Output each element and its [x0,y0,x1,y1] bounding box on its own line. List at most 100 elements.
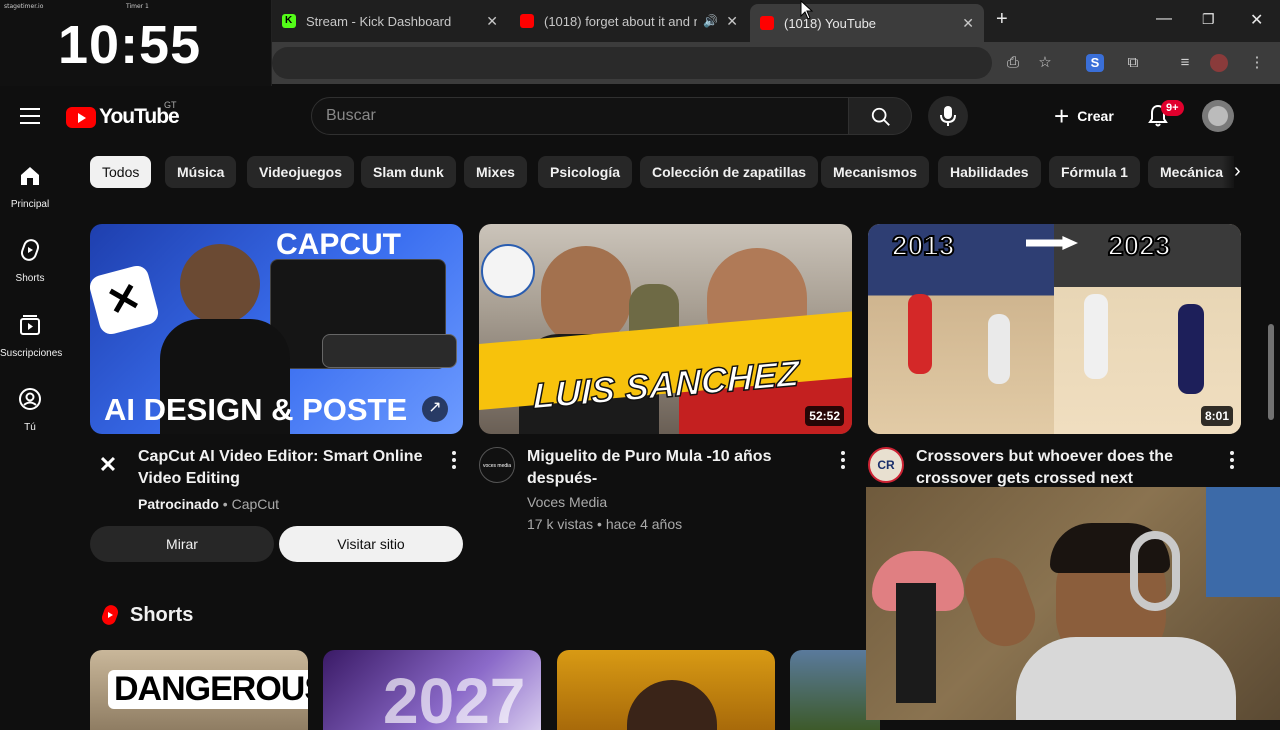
thumbnail-soccer-ball [481,244,535,298]
plus-icon: + [1054,101,1070,131]
webcam-overlay [866,487,1280,720]
sidebar-item-you[interactable]: Tú [0,387,60,433]
chip-formula-1[interactable]: Fórmula 1 [1049,156,1140,188]
shorts-heading: Shorts [130,604,194,626]
address-bar[interactable] [272,47,992,79]
chip-todos[interactable]: Todos [90,156,152,188]
video-duration: 8:01 [1200,406,1233,426]
home-icon [21,167,39,185]
restore-button[interactable]: ❐ [1202,11,1215,28]
video-title-line: Video Editing [138,470,240,487]
create-button[interactable]: + Crear [1044,96,1128,136]
video-title-line: CapCut AI Video Editor: Smart Online [138,448,423,465]
thumbnail-player-navy [1178,304,1204,394]
chevron-right-icon: › [1234,160,1241,182]
more-actions-icon[interactable] [841,451,845,472]
video-title[interactable]: Miguelito de Puro Mula -10 años después- [527,446,771,490]
sidebar-item-subscriptions[interactable]: Suscripciones [0,313,63,359]
chip-videojuegos[interactable]: Videojuegos [247,156,354,188]
short-card[interactable] [557,650,775,730]
chip-musica[interactable]: Música [165,156,237,188]
youtube-icon [520,14,534,28]
notifications-badge: 9+ [1161,100,1184,116]
thumbnail-year-left: 2013 [891,229,955,262]
sidebar-item-home[interactable]: Principal [0,164,60,210]
sidebar-item-shorts[interactable]: Shorts [0,238,60,284]
tab-kick-dashboard[interactable]: K Stream - Kick Dashboard ✕ [272,6,508,36]
microphone-icon [940,106,956,126]
short-card[interactable]: DANGEROUS [90,650,308,730]
video-title[interactable]: Crossovers but whoever does the crossove… [916,446,1173,490]
channel-name[interactable]: CapCut [232,496,279,512]
chip-zapatillas[interactable]: Colección de zapatillas [640,156,819,188]
video-thumbnail-miguelito[interactable]: LUIS SANCHEZ 52:52 [479,224,852,434]
new-tab-button[interactable]: + [996,8,1008,31]
account-avatar[interactable] [1202,100,1234,132]
webcam-person-hand [956,549,1044,655]
youtube-logo[interactable]: YouTube GT [66,100,180,129]
voice-search-button[interactable] [928,96,968,136]
video-title[interactable]: CapCut AI Video Editor: Smart Online Vid… [138,446,422,490]
kick-icon: K [282,14,296,28]
youtube-icon [760,16,774,30]
search-icon [871,107,890,126]
sidebar-item-label: Principal [10,199,50,210]
chip-mecanismos[interactable]: Mecanismos [821,156,930,188]
close-tab-icon[interactable]: ✕ [962,15,974,32]
s-extension-icon[interactable]: S [1086,54,1104,72]
menu-hamburger-icon[interactable] [20,108,40,129]
thumbnail-text-bottom: AI DESIGN & POSTE [104,392,408,427]
video-duration: 52:52 [805,406,844,426]
subscriptions-icon [20,315,40,335]
visit-site-button[interactable]: Visitar sitio [279,526,463,562]
short-thumbnail-text: DANGEROUS [108,670,308,709]
browser-menu-icon[interactable]: ⋮ [1248,54,1266,72]
channel-avatar[interactable]: CR [868,447,904,483]
chip-habilidades[interactable]: Habilidades [938,156,1041,188]
thumbnail-ui-card [322,334,457,368]
sidebar-item-label: Suscripciones [0,348,63,359]
chip-slam-dunk[interactable]: Slam dunk [361,156,456,188]
capcut-channel-icon[interactable]: ✕ [94,452,122,480]
chip-mixes[interactable]: Mixes [464,156,527,188]
media-controls-icon[interactable]: ≡ [1176,54,1194,72]
tab-youtube-music[interactable]: (1018) forget about it and ne 🔊 ✕ [510,6,748,36]
minimize-button[interactable]: — [1156,10,1172,28]
youtube-header: YouTube GT + Crear 9+ [0,86,1266,146]
chip-psicologia[interactable]: Psicología [538,156,633,188]
sidebar-item-label: Shorts [15,273,45,284]
short-thumbnail-person [627,680,717,730]
install-app-icon[interactable]: ⎙ [1004,54,1022,72]
tab-youtube-home[interactable]: (1018) YouTube ✕ [750,4,984,42]
profile-avatar-icon[interactable] [1210,54,1228,72]
search-input[interactable] [312,98,848,134]
close-tab-icon[interactable]: ✕ [726,13,738,30]
close-tab-icon[interactable]: ✕ [486,13,498,30]
extensions-puzzle-icon[interactable]: ⧉ [1124,54,1142,72]
more-actions-icon[interactable] [1230,451,1234,472]
browser-toolbar: ⎙ ☆ S ⧉ ≡ ⋮ [272,42,1280,84]
close-window-button[interactable]: ✕ [1250,10,1263,30]
webcam-mic-stand [896,583,936,703]
short-card[interactable]: 2027 [323,650,541,730]
tab-title: (1018) forget about it and ne [544,13,698,29]
shorts-logo-icon [101,605,119,625]
capcut-logo-icon: ✕ [90,263,161,337]
webcam-background-shelf [1206,487,1280,597]
more-actions-icon[interactable] [452,451,456,472]
external-link-icon: ↗ [422,396,448,422]
country-code: GT [164,100,177,110]
page-scrollbar[interactable] [1266,100,1276,420]
chips-next-button[interactable]: › [1222,156,1256,188]
channel-avatar[interactable]: voces media [479,447,515,483]
thumbnail-player-red [908,294,932,374]
channel-name[interactable]: Voces Media [527,494,607,510]
video-thumbnail-crossovers[interactable]: 2013 2023 8:01 [868,224,1241,434]
search-button[interactable] [848,97,912,135]
thumbnail-player-white-2 [1084,294,1108,379]
watch-button[interactable]: Mirar [90,526,274,562]
speaker-icon[interactable]: 🔊 [703,14,718,28]
bookmark-star-icon[interactable]: ☆ [1036,54,1054,72]
shorts-icon [20,239,40,261]
video-thumbnail-capcut[interactable]: ✕ CAPCUT AI DESIGN & POSTE ↗ [90,224,463,434]
